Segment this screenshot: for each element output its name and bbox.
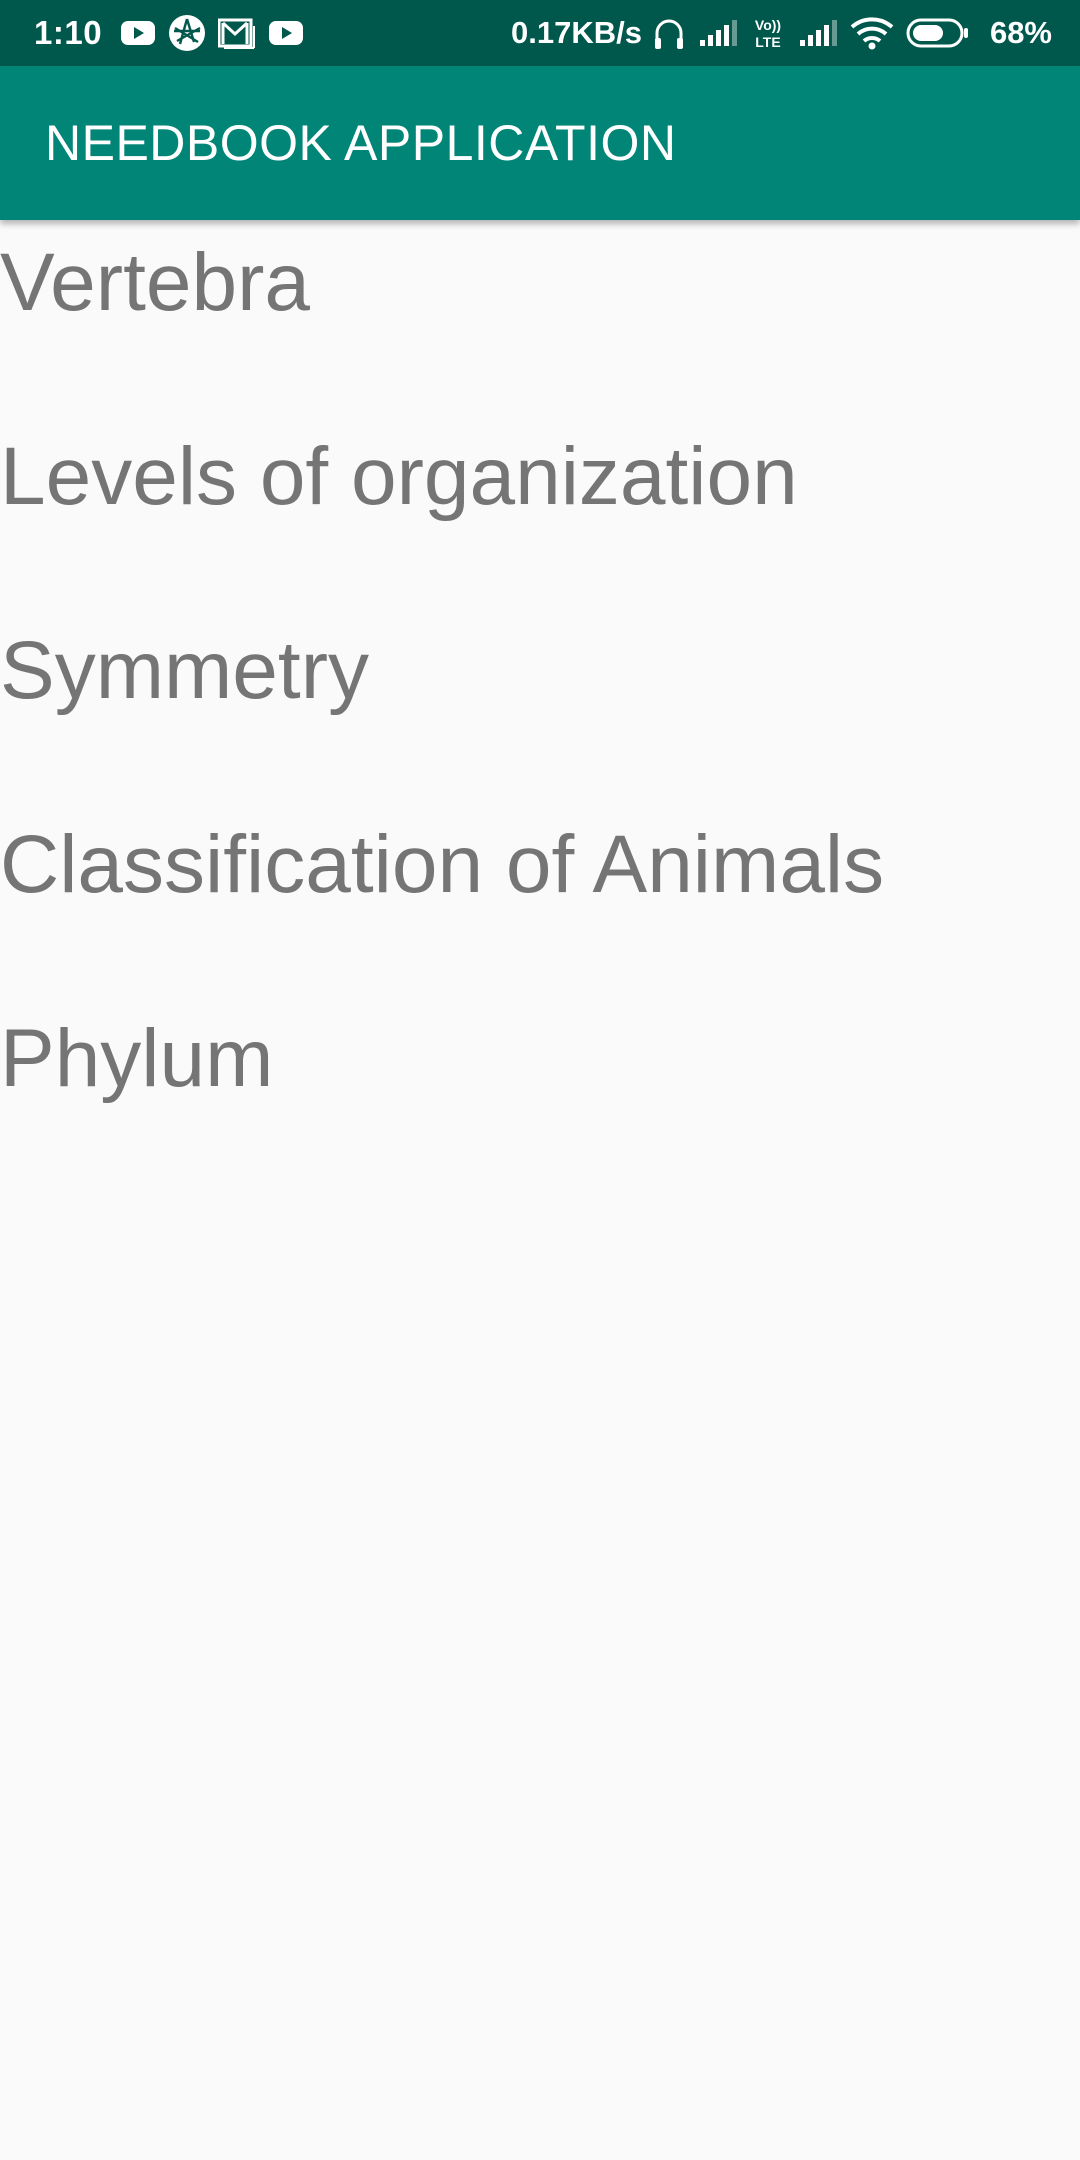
youtube-icon [268,20,304,46]
network-speed: 0.17KB/s [510,15,642,50]
list-item-label: Phylum [0,1013,274,1104]
wifi-icon [850,16,894,50]
headset-icon [652,15,686,51]
signal-icon [798,18,838,48]
status-time: 1:10 [34,14,103,51]
aperture-icon [168,14,206,52]
list-item-phylum[interactable]: Phylum [0,996,1080,1190]
list-item-levels-of-organization[interactable]: Levels of organization [0,414,1080,608]
list-item-label: Classification of Animals [0,819,885,910]
list-item-classification-of-animals[interactable]: Classification of Animals [0,802,1080,996]
signal-icon [698,18,738,48]
list-item-symmetry[interactable]: Symmetry [0,608,1080,802]
app-bar: NEEDBOOK APPLICATION [0,66,1080,220]
topic-list: Vertebra Levels of organization Symmetry… [0,220,1080,1190]
svg-text:Vo)): Vo)) [755,17,781,33]
youtube-icon [120,20,156,46]
list-item-vertebra[interactable]: Vertebra [0,220,1080,414]
app-title: NEEDBOOK APPLICATION [45,115,677,171]
battery-percent: 68% [989,15,1052,50]
status-bar-right: 0.17KB/s Vo)) LTE 68% [511,15,1052,51]
status-bar-left: 1:10 [34,14,316,52]
list-item-label: Symmetry [0,625,369,716]
battery-icon [906,17,970,49]
gmail-icon [218,17,256,49]
status-bar: 1:10 0.17KB/s Vo)) LTE 68% [0,0,1080,66]
list-item-label: Vertebra [0,237,310,328]
volte-icon: Vo)) LTE [750,15,786,51]
list-item-label: Levels of organization [0,431,798,522]
svg-text:LTE: LTE [755,34,780,50]
